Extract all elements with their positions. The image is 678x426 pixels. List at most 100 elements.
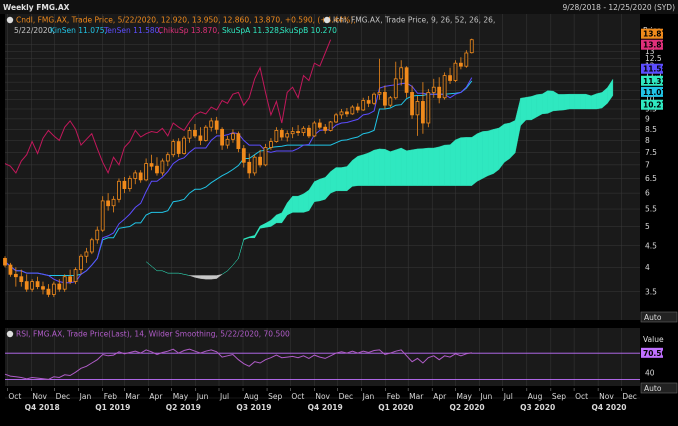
candle-body-down [68,276,73,283]
candle-body-down [241,148,246,163]
candle-body-down [258,156,262,166]
cloud-segment [357,154,364,186]
legend-toggle-icon[interactable] [323,16,331,24]
cloud-segment [493,127,500,174]
cloud-segment [558,94,565,111]
candle-body-up [274,130,279,142]
svg-text:Auto: Auto [644,384,662,393]
cloud-segment [200,275,207,280]
candle-body-up [393,78,398,99]
price-tick-label: 6 [645,189,650,198]
candle-body-down [279,130,284,138]
candle-body-down [41,286,45,290]
candle-body-down [366,100,371,104]
cloud-segment [476,131,483,182]
legend-toggle-icon[interactable] [6,16,14,24]
candle-body-down [345,111,349,115]
legend-chikusp: ChikuSp 13.870, [158,26,219,35]
cloud-segment [330,167,337,194]
legend-candle[interactable]: Cndl, FMG.AX, Trade Price, 5/22/2020, 12… [6,16,356,25]
month-label: May [173,392,189,401]
chart-title: Weekly FMG.AX [3,3,70,12]
price-auto-button[interactable]: Auto [640,311,678,323]
candle-body-down [459,62,463,67]
value-axis-title: Value [643,335,664,344]
price-tick-label: 4.5 [645,241,657,250]
legend-skuspa: SkuSpA 11.328, [222,26,281,35]
cloud-segment [384,148,391,186]
month-label: Jun [480,392,493,401]
cloud-segment [303,189,310,213]
candle-body-up [453,62,458,81]
cloud-segment [428,147,434,186]
month-label: Dec [339,392,354,401]
candle-body-up [388,97,393,106]
legend-toggle-icon[interactable] [6,330,14,338]
candle-body-up [171,141,176,156]
cloud-segment [596,92,603,110]
candle-body-up [89,239,94,253]
candle-body-down [323,126,328,131]
candle-body-down [149,163,154,167]
candle-body-up [51,283,56,295]
candle-body-up [30,281,35,290]
cloud-segment [379,148,386,186]
month-label: Apr [149,392,163,401]
cloud-segment [590,93,597,110]
candle-body-up [290,131,295,135]
candle-body-up [62,276,67,290]
candle-body-up [350,106,355,115]
cloud-segment [585,93,592,110]
candle-body-down [24,281,29,290]
cloud-segment [504,122,510,163]
candle-body-up [231,133,235,140]
candle-body-down [247,161,252,174]
month-label: Aug [244,392,259,401]
price-tick-label: 9 [645,114,650,123]
cloud-segment [531,94,538,121]
candle-body-down [296,131,300,134]
month-label: Nov [599,392,614,401]
rsi-auto-button[interactable]: Auto [640,382,678,394]
candle-body-up [269,141,273,148]
candle-body-up [209,120,214,128]
candle-body-down [193,130,197,137]
cloud-segment [363,152,369,186]
month-label: Mar [409,392,424,401]
cloud-segment [422,147,429,186]
price-tick-label: 8 [645,136,650,145]
candle-body-down [198,135,203,141]
month-label: Oct [291,392,304,401]
month-label: Jan [362,392,375,401]
quarter-label: Q1 2020 [378,403,413,412]
cloud-segment [205,275,212,280]
month-label: Jan [79,392,92,401]
candle-body-down [355,106,360,111]
month-label: Jun [196,392,209,401]
candle-body-down [57,283,62,290]
rsi-tick-label: 40 [645,368,655,377]
svg-text:Auto: Auto [644,313,662,322]
legend-rsi[interactable]: RSI, FMG.AX, Trade Price(Last), 14, Wild… [6,330,290,339]
price-tick-label: 3.5 [645,287,657,296]
candle-body-up [426,92,431,124]
candle-body-down [3,258,7,266]
candle-body-up [225,138,230,146]
month-label: Oct [575,392,588,401]
cloud-segment [563,93,570,111]
candle-body-up [127,178,132,189]
legend-ichi[interactable]: Ichi, FMG.AX, Trade Price, 9, 26, 52, 26… [323,16,496,25]
candle-body-up [160,160,165,174]
cloud-segment [335,167,342,192]
candle-body-up [263,147,268,166]
cloud-segment [466,137,472,186]
cloud-segment [433,146,440,186]
month-label: Sep [268,392,282,401]
candle-body-up [372,93,376,104]
cloud-segment [411,148,418,186]
candle-body-down [307,127,311,137]
candle-body-down [437,86,442,99]
candle-body-up [361,100,366,111]
month-label: Mar [125,392,140,401]
chikou-tag-label: 13.870 [643,41,672,50]
